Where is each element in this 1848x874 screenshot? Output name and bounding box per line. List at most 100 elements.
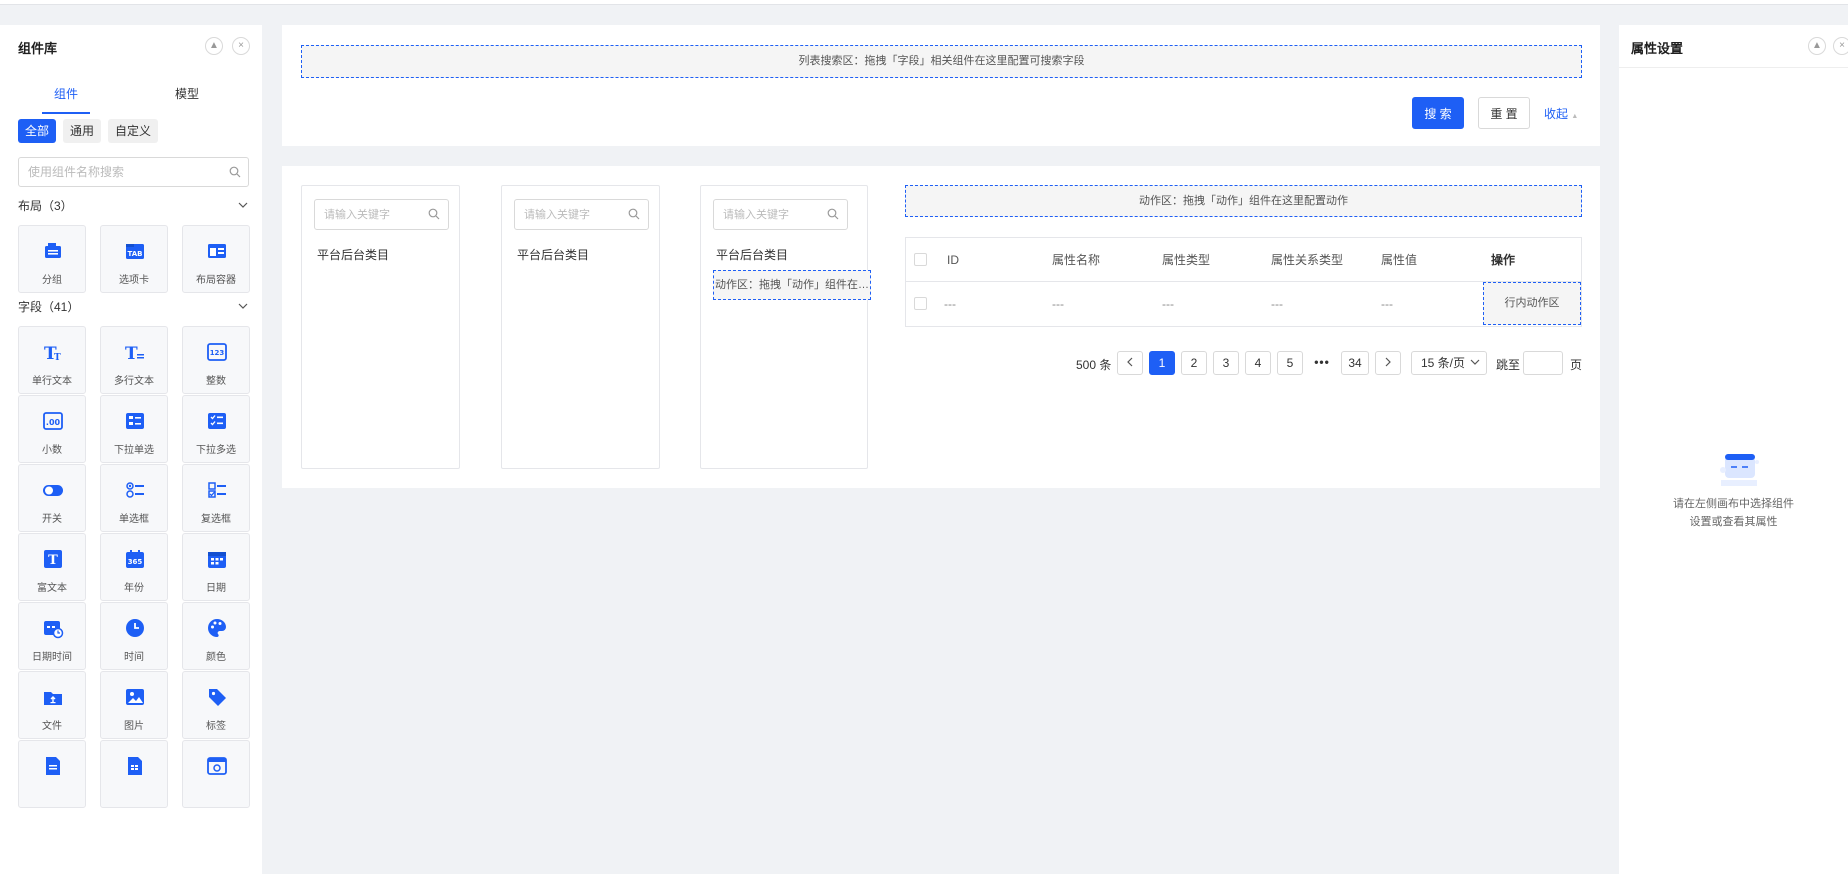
tree-node[interactable]: 平台后台类目 (716, 246, 788, 263)
svg-text:123: 123 (210, 349, 225, 357)
tab-components[interactable]: 组件 (16, 85, 116, 102)
row-checkbox[interactable] (914, 297, 927, 310)
component-card[interactable] (18, 740, 86, 808)
top-bar (0, 0, 1848, 5)
pin-icon[interactable]: ▲ (205, 37, 223, 55)
tab-models[interactable]: 模型 (137, 85, 237, 102)
tree-search-input[interactable] (515, 200, 620, 229)
filter-common[interactable]: 通用 (63, 119, 102, 143)
page-button[interactable]: 34 (1341, 351, 1369, 375)
reset-button[interactable]: 重 置 (1478, 97, 1530, 129)
tree-node[interactable]: 平台后台类目 (317, 246, 389, 263)
row-action-drop-zone[interactable]: 行内动作区 (1483, 282, 1581, 325)
year-icon: 365 (124, 548, 146, 570)
component-card[interactable]: 下拉单选 (100, 395, 168, 463)
component-card[interactable] (182, 740, 250, 808)
component-label: 单行文本 (32, 376, 72, 387)
filter-custom[interactable]: 自定义 (108, 119, 159, 143)
pin-icon[interactable]: ▲ (1808, 37, 1826, 55)
page-button[interactable]: 1 (1149, 351, 1175, 375)
search-icon[interactable] (428, 208, 440, 223)
column-header: 属性名称 (1052, 253, 1101, 267)
component-card[interactable]: T 富文本 (18, 533, 86, 601)
list-main-area: 平台后台类目 平台后台类目 平台后台类目 动作区：拖拽「动作」组件在这里配置动作… (282, 166, 1600, 488)
component-label: 年份 (124, 583, 144, 594)
chevron-down-icon[interactable] (238, 300, 248, 314)
component-label: 多行文本 (114, 376, 154, 387)
component-card[interactable]: 复选框 (182, 464, 250, 532)
search-icon[interactable] (628, 208, 640, 223)
component-library-panel: 组件库 ▲ × 组件 模型 全部通用自定义 布局（3） 分组 TAB 选项卡 布… (0, 25, 262, 874)
component-card[interactable]: T 多行文本 (100, 326, 168, 394)
svg-text:365: 365 (128, 558, 143, 566)
next-page-button[interactable] (1375, 351, 1401, 375)
tree-column: 平台后台类目 (301, 185, 460, 469)
component-card[interactable] (100, 740, 168, 808)
component-label: 标签 (206, 721, 226, 732)
filter-all[interactable]: 全部 (18, 119, 57, 143)
select-all-checkbox[interactable] (914, 253, 927, 266)
component-card[interactable]: TT 单行文本 (18, 326, 86, 394)
component-label: 小数 (42, 445, 62, 456)
page-button[interactable]: 5 (1277, 351, 1303, 375)
component-label: 颜色 (206, 652, 226, 663)
divider (1619, 67, 1848, 68)
tree-search-input[interactable] (714, 200, 819, 229)
component-card[interactable]: 日期时间 (18, 602, 86, 670)
page-size-select[interactable]: 15 条/页 (1411, 351, 1487, 375)
date-icon (206, 548, 228, 570)
tree-action-drop-zone[interactable]: 动作区：拖拽「动作」组件在这里配置动作 (713, 270, 871, 300)
component-card[interactable]: 日期 (182, 533, 250, 601)
component-card[interactable]: 布局容器 (182, 225, 250, 293)
prev-page-button[interactable] (1117, 351, 1143, 375)
action-drop-zone[interactable]: 动作区：拖拽「动作」组件在这里配置动作 (905, 185, 1582, 217)
component-card[interactable]: 123 整数 (182, 326, 250, 394)
component-label: 时间 (124, 652, 144, 663)
collapse-link[interactable]: 收起 ▲ (1544, 105, 1578, 122)
close-icon[interactable]: × (1833, 37, 1848, 55)
component-card[interactable]: 分组 (18, 225, 86, 293)
search-button[interactable]: 搜 索 (1412, 97, 1464, 129)
more-pages-button[interactable]: ••• (1309, 351, 1335, 375)
empty-state-text: 请在左侧画布中选择组件 设置或查看其属性 (1619, 495, 1848, 531)
chevron-down-icon (1470, 352, 1480, 374)
component-card[interactable]: 365 年份 (100, 533, 168, 601)
component-card[interactable]: 颜色 (182, 602, 250, 670)
radio-icon (124, 479, 146, 501)
component-label: 复选框 (201, 514, 231, 525)
search-icon[interactable] (229, 166, 241, 181)
component-card[interactable]: 时间 (100, 602, 168, 670)
page-button[interactable]: 2 (1181, 351, 1207, 375)
component-card[interactable]: 开关 (18, 464, 86, 532)
component-card[interactable]: 图片 (100, 671, 168, 739)
close-icon[interactable]: × (232, 37, 250, 55)
page-button[interactable]: 3 (1213, 351, 1239, 375)
component-card[interactable]: 标签 (182, 671, 250, 739)
table-cell: --- (1162, 297, 1174, 311)
jump-page-input[interactable] (1523, 351, 1563, 375)
pagination: 500 条 1 2 3 4 5 ••• 34 15 条/页 跳至 页 (282, 351, 1600, 377)
search-icon[interactable] (827, 208, 839, 223)
search-drop-zone[interactable]: 列表搜索区：拖拽「字段」相关组件在这里配置可搜索字段 (301, 45, 1582, 78)
component-card[interactable]: .00 小数 (18, 395, 86, 463)
empty-state-illustration (1715, 450, 1763, 495)
single-line-text-icon: TT (42, 341, 64, 364)
component-card[interactable]: 单选框 (100, 464, 168, 532)
group-icon (42, 240, 64, 262)
chevron-down-icon[interactable] (238, 199, 248, 213)
component-search-input[interactable] (19, 158, 209, 186)
tree-node[interactable]: 平台后台类目 (517, 246, 589, 263)
tree-search-input[interactable] (315, 200, 420, 229)
column-header: ID (947, 253, 959, 267)
component-card[interactable]: 文件 (18, 671, 86, 739)
tree-column: 平台后台类目 动作区：拖拽「动作」组件在这里配置动作 (700, 185, 871, 469)
component-card[interactable]: TAB 选项卡 (100, 225, 168, 293)
panel-title: 属性设置 (1631, 41, 1684, 56)
component-label: 日期时间 (32, 652, 72, 663)
time-icon (124, 617, 146, 639)
page-button[interactable]: 4 (1245, 351, 1271, 375)
component-card[interactable]: 下拉多选 (182, 395, 250, 463)
filter-tags: 全部 通用 自定义 (18, 119, 165, 143)
component-label: 富文本 (37, 583, 67, 594)
svg-text:T: T (125, 344, 138, 363)
